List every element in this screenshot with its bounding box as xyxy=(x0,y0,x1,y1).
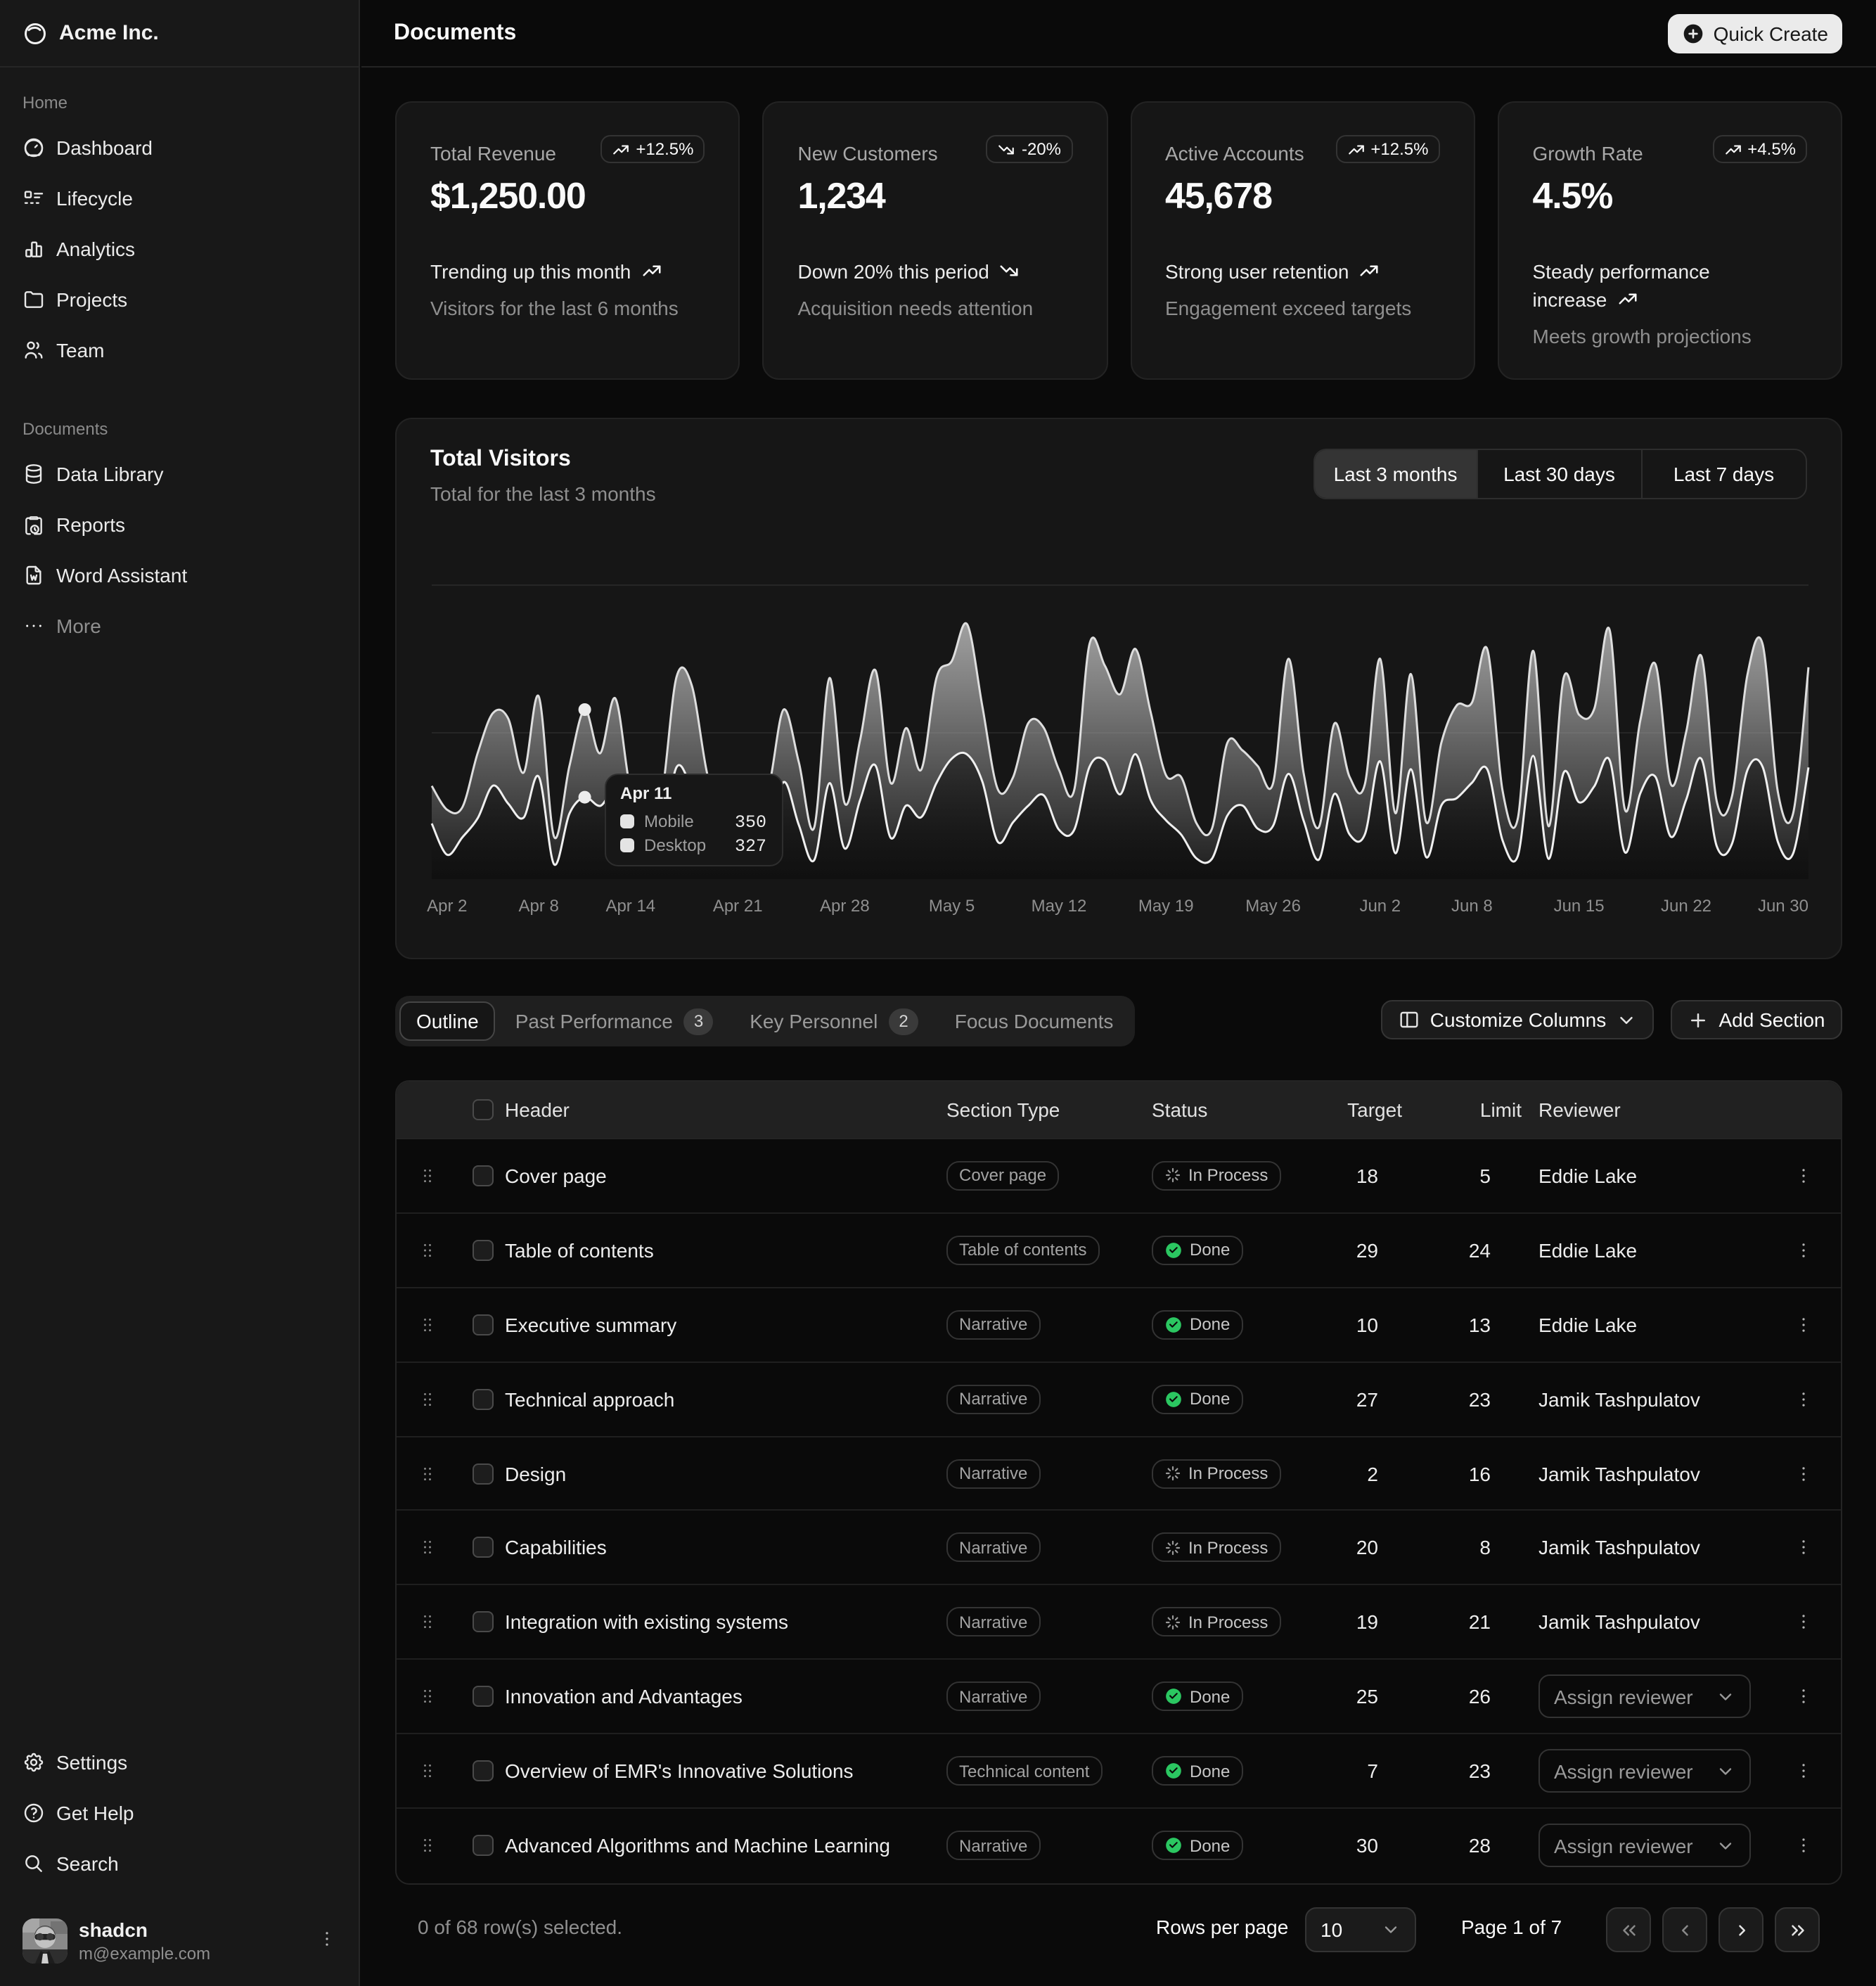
svg-text:350: 350 xyxy=(735,812,766,833)
svg-text:Jun 30: Jun 30 xyxy=(1758,897,1808,916)
svg-text:Jun 8: Jun 8 xyxy=(1451,897,1493,916)
svg-text:May 26: May 26 xyxy=(1245,897,1301,916)
svg-text:May 12: May 12 xyxy=(1032,897,1087,916)
svg-text:Apr 8: Apr 8 xyxy=(519,897,559,916)
svg-text:Jun 15: Jun 15 xyxy=(1554,897,1605,916)
svg-text:Apr 14: Apr 14 xyxy=(605,897,655,916)
svg-text:Apr 11: Apr 11 xyxy=(620,784,672,803)
svg-text:Jun 22: Jun 22 xyxy=(1661,897,1711,916)
svg-text:Mobile: Mobile xyxy=(644,812,694,831)
svg-text:Jun 2: Jun 2 xyxy=(1359,897,1401,916)
svg-text:Apr 2: Apr 2 xyxy=(427,897,467,916)
svg-text:327: 327 xyxy=(735,836,766,857)
svg-text:May 19: May 19 xyxy=(1138,897,1194,916)
svg-text:Apr 21: Apr 21 xyxy=(713,897,763,916)
svg-text:May 5: May 5 xyxy=(929,897,975,916)
svg-text:Desktop: Desktop xyxy=(644,836,706,855)
svg-text:Apr 28: Apr 28 xyxy=(820,897,870,916)
